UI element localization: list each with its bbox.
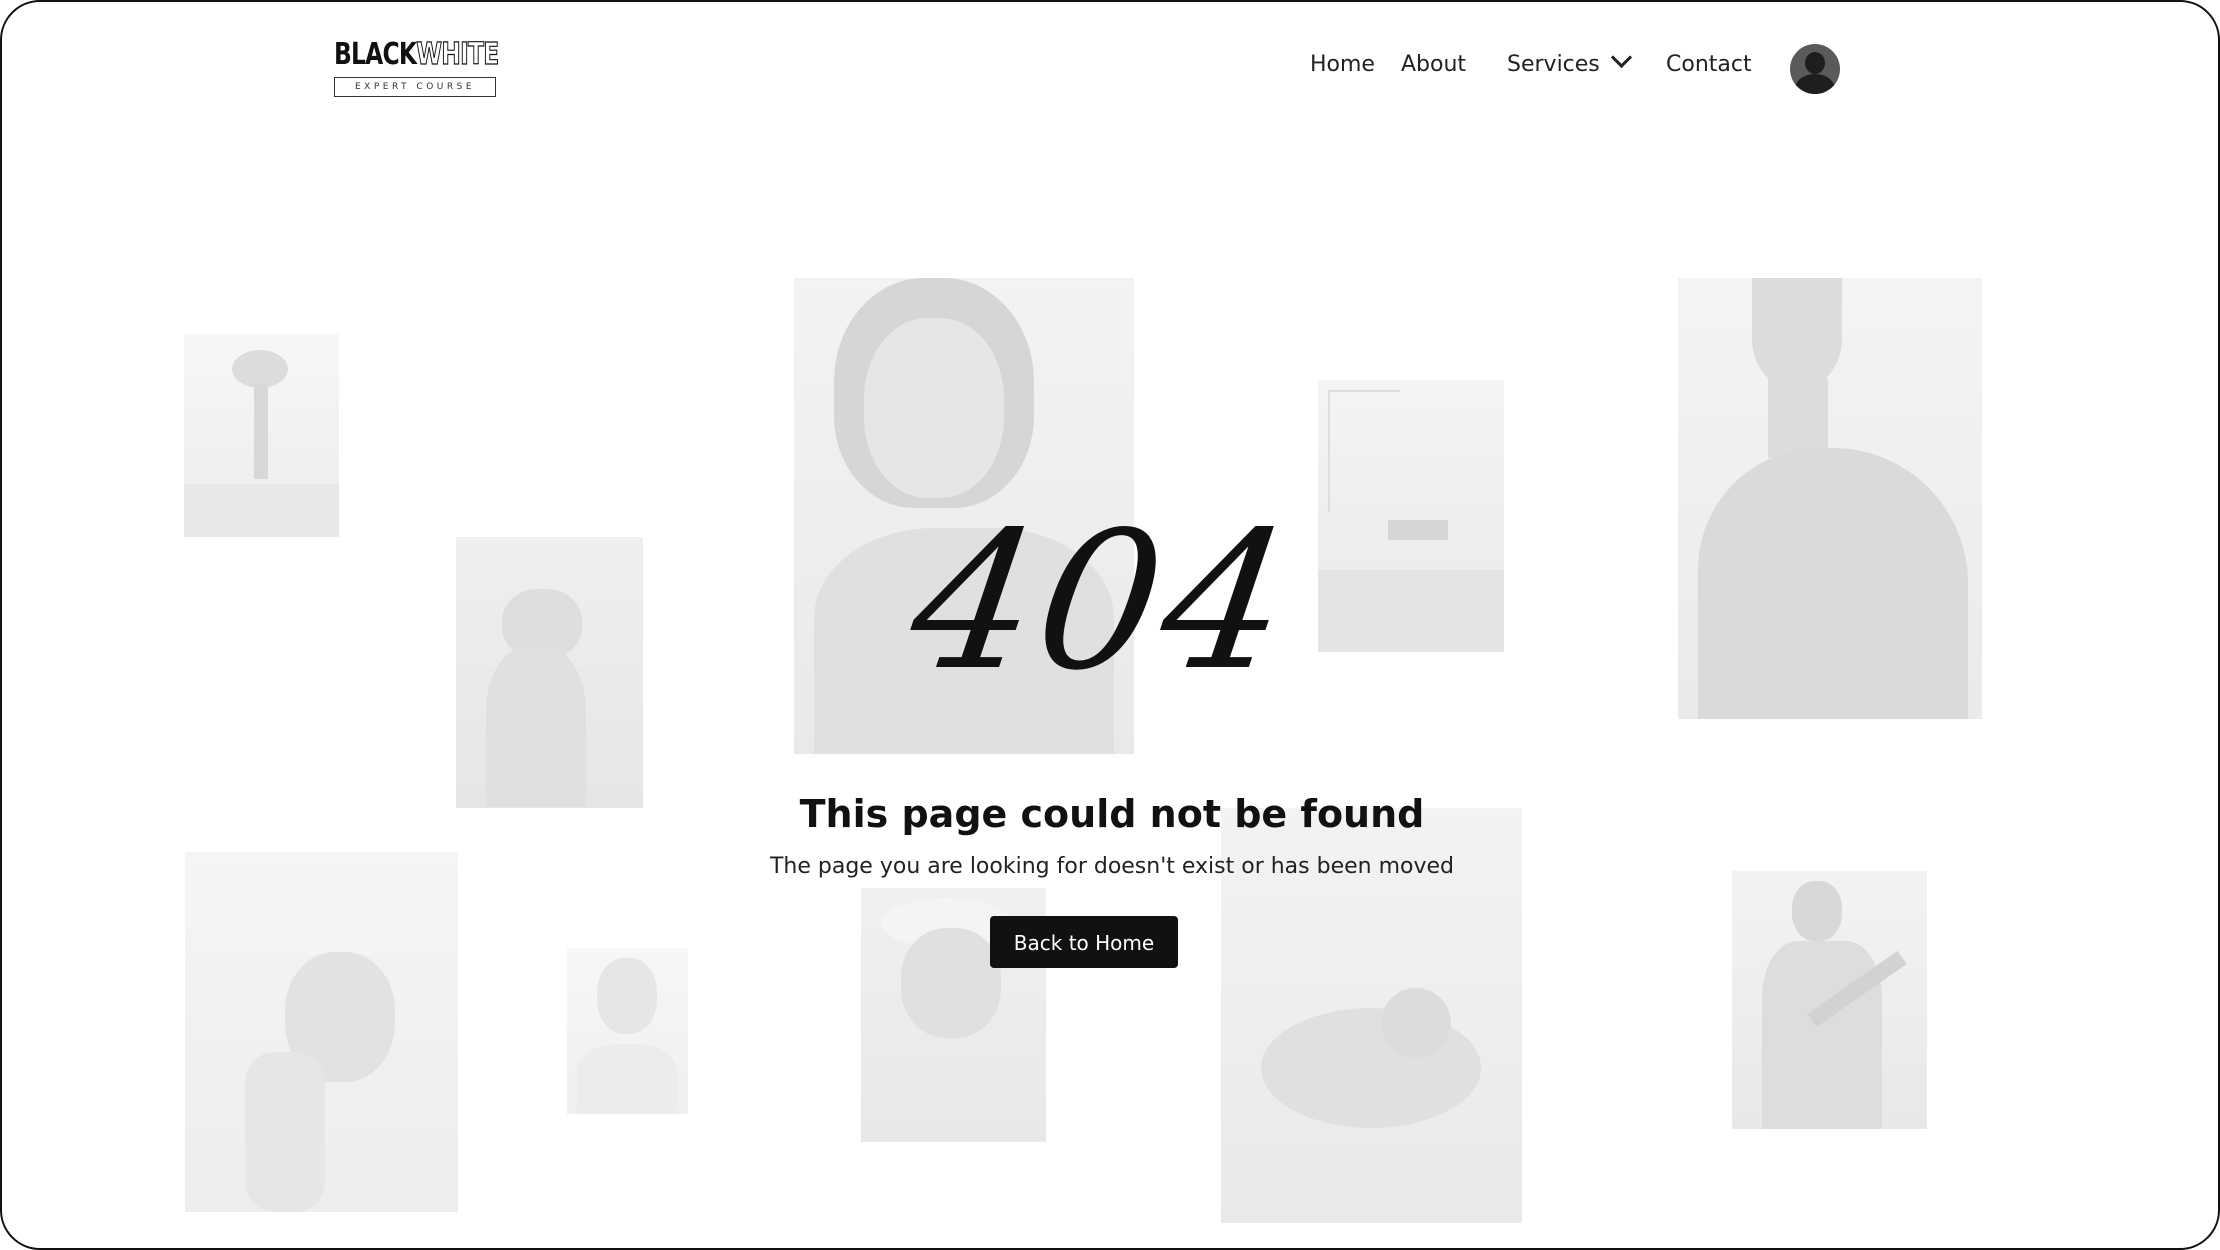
nav-home[interactable]: Home bbox=[1310, 52, 1375, 77]
nav-services[interactable]: Services bbox=[1507, 46, 1632, 77]
logo-tagline: EXPERT COURSE bbox=[334, 77, 496, 97]
nav-contact[interactable]: Contact bbox=[1666, 52, 1752, 77]
photo-bench bbox=[1318, 380, 1504, 652]
logo-black-text: BLACK bbox=[334, 37, 417, 72]
error-message: The page you are looking for doesn't exi… bbox=[769, 854, 1455, 879]
avatar-head bbox=[1805, 52, 1825, 74]
nav-about[interactable]: About bbox=[1401, 52, 1466, 77]
logo-wordmark: BLACKWHITE bbox=[334, 36, 500, 74]
photo-face-small bbox=[567, 948, 688, 1114]
logo-white-text: WHITE bbox=[416, 36, 500, 72]
user-avatar[interactable] bbox=[1790, 44, 1840, 94]
chevron-down-icon bbox=[1610, 46, 1632, 69]
avatar-body bbox=[1795, 74, 1835, 94]
page-frame: BLACKWHITE EXPERT COURSE Home About Serv… bbox=[0, 0, 2220, 1250]
error-title: This page could not be found bbox=[799, 792, 1425, 836]
photo-guitarist bbox=[1732, 871, 1927, 1129]
brand-logo[interactable]: BLACKWHITE EXPERT COURSE bbox=[334, 36, 500, 100]
nav-services-label: Services bbox=[1507, 52, 1600, 77]
back-to-home-button[interactable]: Back to Home bbox=[990, 916, 1178, 968]
photo-hand-face bbox=[185, 852, 458, 1212]
photo-dancer bbox=[184, 334, 339, 537]
photo-cat bbox=[456, 537, 643, 808]
photo-mannequin bbox=[1678, 278, 1982, 719]
error-code: 404 bbox=[899, 491, 1305, 712]
